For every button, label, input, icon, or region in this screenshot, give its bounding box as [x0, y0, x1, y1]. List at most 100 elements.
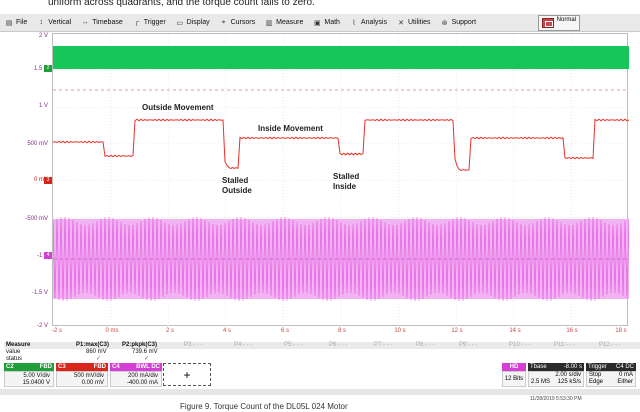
channel-4-offset: -400.00 mA — [126, 380, 158, 386]
channel-2-header: C2 FBD — [4, 363, 54, 371]
measure-col-p9[interactable]: P9:- - - — [459, 342, 477, 349]
channel-4-box[interactable]: C4 BWL DC 200 mA/div -400.00 mA — [110, 363, 162, 387]
hd-badge: HD — [502, 363, 526, 371]
menu-file-label: File — [16, 19, 28, 26]
measure-value-p2: 739.6 mV — [132, 349, 158, 355]
measure-col-p2[interactable]: P2:pkpk(C3) — [122, 342, 157, 349]
vertical-icon: ↕ — [39, 19, 44, 26]
channel-3-tags: FBD — [93, 364, 106, 370]
status-bar — [0, 389, 640, 395]
trigger-header: Trigger C4 DC — [586, 363, 636, 371]
channel-3-header: C3 FBD — [56, 363, 108, 371]
annotation-inside-movement: Inside Movement — [258, 124, 323, 133]
y-label-neg1v: -1 V — [36, 253, 48, 259]
menu-analysis[interactable]: ⌇ Analysis — [345, 14, 392, 32]
channel-2-tags: FBD — [39, 364, 52, 370]
file-icon: ▤ — [5, 19, 13, 27]
menu-display[interactable]: ▭ Display — [171, 14, 215, 32]
display-icon: ▭ — [176, 19, 183, 27]
channel-3-offset-marker[interactable]: 3 — [44, 177, 52, 184]
trigger-slope: Either — [617, 379, 633, 385]
timebase-sample-rate: 125 kS/s — [557, 379, 581, 385]
channel-4-header: C4 BWL DC — [110, 363, 162, 371]
y-label-neg500mv: -500 mV — [25, 216, 48, 222]
menu-vertical-label: Vertical — [48, 19, 72, 26]
measure-col-p3[interactable]: P3:- - - — [184, 342, 202, 349]
utilities-icon: ✕ — [398, 19, 404, 27]
channel-4-body: 200 mA/div -400.00 mA — [110, 371, 162, 387]
menu-support[interactable]: ⊛ Support — [436, 14, 482, 32]
measure-col-p5[interactable]: P5:- - - — [284, 342, 302, 349]
measure-col-p8[interactable]: P8:- - - — [416, 342, 434, 349]
timebase-samples: 2.5 MS 125 kS/s — [531, 379, 581, 386]
x-label-16s: 16 s — [566, 328, 578, 334]
measure-col-p7[interactable]: P7:- - - — [374, 342, 392, 349]
channel-3-name: C3 — [58, 364, 66, 370]
menu-analysis-label: Analysis — [360, 19, 387, 26]
measure-col-p6[interactable]: P6:- - - — [329, 342, 347, 349]
trigger-mode: Stop — [589, 372, 602, 378]
timebase-sample-count: 2.5 MS — [531, 379, 551, 385]
support-icon: ⊛ — [441, 19, 448, 27]
menu-timebase-label: Timebase — [92, 19, 123, 26]
measure-status-p1: ✓ — [96, 356, 102, 362]
channel-3-box[interactable]: C3 FBD 500 mV/div 0.00 mV — [56, 363, 108, 387]
caption-top: uniform across quadrants, and the torque… — [48, 0, 315, 8]
timebase-box[interactable]: Tbase -8.00 s 2.00 s/div 2.5 MS 125 kS/s — [528, 363, 584, 387]
measure-value-label: value — [6, 349, 21, 355]
trigger-icon: ┌ — [134, 19, 140, 26]
menu-utilities[interactable]: ✕ Utilities — [392, 14, 436, 32]
y-label-0mv: 0 mV — [33, 177, 48, 183]
menu-measure[interactable]: ▥ Measure — [260, 14, 308, 32]
channel-2-box[interactable]: C2 FBD 5.00 V/div 15.0400 V — [4, 363, 54, 387]
measure-col-p1[interactable]: P1:max(C3) — [76, 342, 109, 349]
x-label-2s: 2 s — [165, 328, 174, 334]
channel-4-offset-marker[interactable]: 4 — [44, 252, 52, 259]
menu-timebase[interactable]: ↔ Timebase — [76, 14, 127, 32]
hd-box[interactable]: HD 12 Bits — [502, 363, 526, 387]
trigger-level: 0 mA — [618, 372, 633, 378]
measure-value-p1: 860 mV — [86, 349, 107, 355]
channel-4-trace — [53, 216, 629, 302]
x-label-neg2s: -2 s — [51, 328, 62, 334]
x-label-18s: 18 s — [615, 328, 627, 334]
menu-vertical[interactable]: ↕ Vertical — [32, 14, 76, 32]
measure-icon: ▥ — [265, 19, 273, 27]
x-label-0ms: 0 ms — [105, 328, 119, 334]
channel-3-offset: 0.00 mV — [81, 380, 104, 386]
add-channel-button[interactable]: + — [163, 363, 211, 386]
y-label-1-5v: 1.5 V — [33, 66, 48, 72]
annotation-stalled-outside-line2: Outside — [222, 186, 252, 195]
channel-2-offset-marker[interactable]: 2 — [44, 65, 52, 72]
channel-2-body: 5.00 V/div 15.0400 V — [4, 371, 54, 387]
analysis-icon: ⌇ — [352, 19, 356, 27]
trigger-type: Edge — [589, 379, 604, 385]
measure-col-p4[interactable]: P4:- - - — [234, 342, 252, 349]
timebase-label: Tbase — [530, 364, 547, 370]
menu-utilities-label: Utilities — [408, 19, 431, 26]
menu-math[interactable]: ▣ Math — [308, 14, 345, 32]
menu-cursors[interactable]: ⌖ Cursors — [215, 14, 261, 32]
measure-status-row: status ✓ ✓ — [4, 356, 640, 363]
y-label-500mv: 500 mV — [27, 141, 48, 147]
normal-mode-button[interactable]: Normal — [538, 15, 580, 31]
menu-file[interactable]: ▤ File — [0, 14, 32, 32]
annotation-stalled-inside-line2: Inside — [333, 182, 357, 191]
x-label-14s: 14 s — [509, 328, 521, 334]
timebase-header: Tbase -8.00 s — [528, 363, 584, 371]
cursors-icon: ⌖ — [221, 18, 226, 26]
trigger-line1: Stop 0 mA — [589, 372, 633, 379]
measure-col-p12[interactable]: P12:- - - — [599, 342, 621, 349]
menu-math-label: Math — [324, 19, 340, 26]
menu-trigger[interactable]: ┌ Trigger — [128, 14, 171, 32]
channel-4-name: C4 — [112, 364, 120, 370]
menu-display-label: Display — [186, 19, 210, 26]
x-label-6s: 6 s — [280, 328, 289, 334]
measure-col-p10[interactable]: P10:- - - — [509, 342, 531, 349]
measure-status-label: status — [6, 356, 23, 362]
measure-col-p11[interactable]: P11:- - - — [554, 342, 575, 349]
x-label-12s: 12 s — [451, 328, 463, 334]
trigger-box[interactable]: Trigger C4 DC Stop 0 mA Edge Either — [586, 363, 636, 387]
channel-3-scale: 500 mV/div — [73, 373, 104, 379]
annotation-stalled-inside: Stalled Inside — [333, 172, 359, 192]
